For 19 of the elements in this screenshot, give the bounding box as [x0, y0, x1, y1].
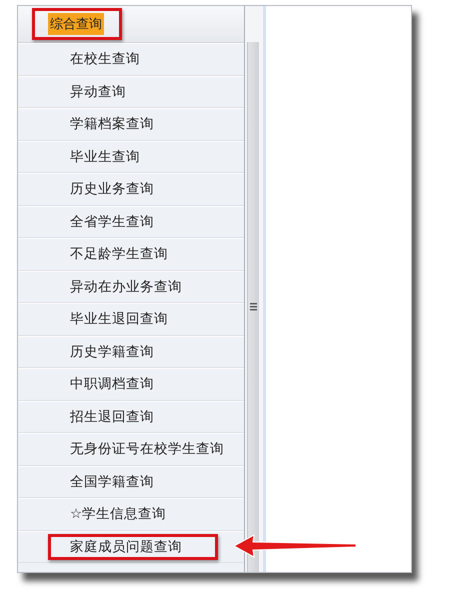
menu-item[interactable]: 历史学籍查询 — [70, 342, 154, 361]
menu-item[interactable]: 家庭成员问题查询 — [70, 538, 182, 556]
menu-item[interactable]: ☆学生信息查询 — [70, 505, 166, 524]
menu-group-header[interactable]: 综合查询 — [48, 13, 104, 35]
menu-item[interactable]: 异动查询 — [70, 82, 126, 101]
menu-item[interactable]: 全省学生查询 — [70, 212, 154, 231]
menu-item[interactable]: 异动在办业务查询 — [70, 278, 182, 296]
menu-item[interactable]: 无身份证号在校学生查询 — [70, 440, 224, 458]
splitter-bar[interactable] — [247, 42, 259, 572]
menu-item[interactable]: 在校生查询 — [70, 50, 140, 68]
menu-item[interactable]: 中职调档查询 — [70, 375, 154, 394]
menu-item[interactable]: 招生退回查询 — [70, 408, 154, 426]
menu-item[interactable]: 毕业生查询 — [70, 148, 140, 166]
menu-item[interactable]: 全国学籍查询 — [70, 472, 154, 491]
menu-item[interactable]: 毕业生退回查询 — [70, 310, 168, 328]
menu-item[interactable]: 学籍档案查询 — [70, 115, 154, 134]
grip-icon[interactable] — [250, 302, 257, 312]
menu-item[interactable]: 历史业务查询 — [70, 180, 154, 198]
menu-item[interactable]: 不足龄学生查询 — [70, 245, 168, 264]
